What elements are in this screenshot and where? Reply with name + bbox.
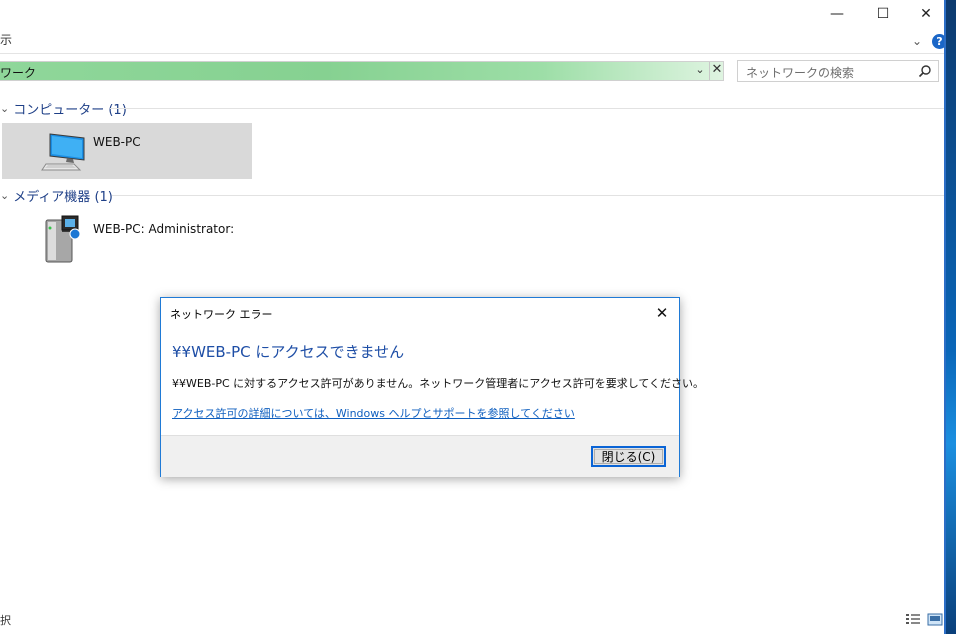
ribbon-tab-view[interactable]: 示 <box>0 31 12 48</box>
dialog-message: ¥¥WEB-PC に対するアクセス許可がありません。ネットワーク管理者にアクセス… <box>172 377 705 390</box>
list-item-media-server[interactable]: WEB-PC: Administrator: <box>2 210 252 266</box>
dialog-help-link[interactable]: アクセス許可の詳細については、Windows ヘルプとサポートを参照してください <box>172 405 575 421</box>
address-bar[interactable]: ワーク ⌄ ✕ <box>0 61 724 81</box>
item-label: WEB-PC: Administrator: <box>93 222 235 236</box>
group-header-computers[interactable]: ⌄ コンピューター (1) <box>0 99 127 118</box>
dialog-close-icon[interactable]: ✕ <box>653 304 671 322</box>
ribbon-expand-icon[interactable]: ⌄ <box>912 34 922 48</box>
dialog-heading: ¥¥WEB-PC にアクセスできません <box>172 343 405 361</box>
address-path: ワーク <box>0 66 37 80</box>
chevron-down-icon: ⌄ <box>0 102 10 115</box>
details-view-icon[interactable] <box>905 613 921 626</box>
ribbon-divider <box>0 53 944 54</box>
address-clear-icon[interactable]: ✕ <box>709 62 724 80</box>
dialog-close-button[interactable]: 閉じる(C) <box>591 446 666 467</box>
group-header-media[interactable]: ⌄ メディア機器 (1) <box>0 186 113 205</box>
address-dropdown-icon[interactable]: ⌄ <box>693 63 707 79</box>
minimize-button[interactable]: — <box>814 0 860 28</box>
network-error-dialog: ネットワーク エラー ✕ ¥¥WEB-PC にアクセスできません ¥¥WEB-P… <box>160 297 704 477</box>
view-switcher <box>905 613 943 626</box>
group-divider <box>110 108 944 109</box>
status-text: 択 <box>0 614 11 627</box>
group-title: メディア機器 (1) <box>13 190 113 205</box>
computer-monitor-icon <box>41 133 85 171</box>
media-server-icon <box>45 215 81 263</box>
dialog-footer: 閉じる(C) <box>161 435 679 477</box>
group-divider <box>112 195 944 196</box>
close-window-button[interactable]: ✕ <box>906 0 946 28</box>
explorer-window: — ☐ ✕ 示 ⌄ ? ワーク ⌄ ✕ ネットワークの検索 ⌄ コンピューター … <box>0 0 947 634</box>
item-label: WEB-PC <box>93 135 141 149</box>
dialog-title: ネットワーク エラー <box>170 308 273 321</box>
list-item-web-pc[interactable]: WEB-PC <box>2 123 252 179</box>
chevron-down-icon: ⌄ <box>0 189 10 202</box>
search-input[interactable]: ネットワークの検索 <box>737 60 939 82</box>
search-placeholder: ネットワークの検索 <box>746 66 855 80</box>
desktop-background <box>946 0 956 634</box>
search-icon[interactable] <box>918 64 932 78</box>
large-icons-view-icon[interactable] <box>927 613 943 626</box>
maximize-button[interactable]: ☐ <box>860 0 906 28</box>
